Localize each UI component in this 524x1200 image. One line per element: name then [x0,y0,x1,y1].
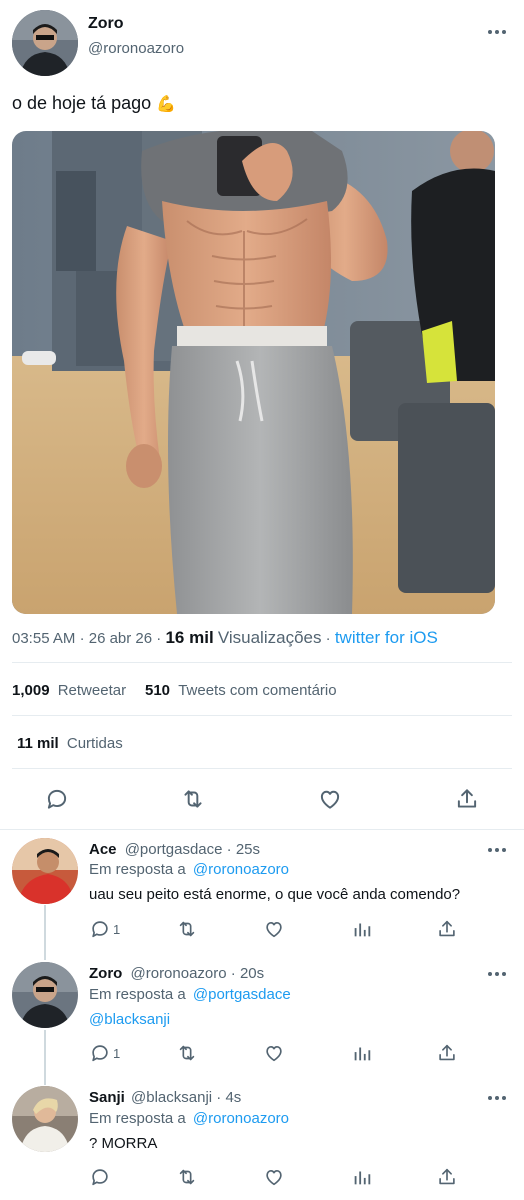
divider [12,715,512,716]
reply-to-handle[interactable]: @portgasdace [193,986,291,1003]
reply-header: Ace @portgasdace · 25s [89,841,260,858]
author-avatar[interactable] [12,10,78,76]
likes-count: 11 mil [17,735,59,752]
analytics-icon[interactable] [351,918,373,940]
reply-time[interactable]: · 20s [231,965,264,982]
retweets-label: Retweetar [57,682,127,699]
analytics-icon[interactable] [351,1042,373,1064]
tweet-photo[interactable] [12,131,495,614]
reply-to-label: Em resposta a [89,1110,186,1127]
share-icon[interactable] [436,1166,458,1188]
reply-context: Em resposta a @roronoazoro [89,861,289,878]
reply-context: Em resposta a @roronoazoro [89,1110,289,1127]
share-icon[interactable] [436,918,458,940]
flexed-biceps-emoji: 💪 [156,96,177,113]
reply-count: 1 [113,921,121,937]
reply-text: ? MORRA [89,1135,158,1152]
more-icon[interactable] [488,30,506,34]
like-icon[interactable] [263,1042,285,1064]
thread-line [44,905,46,960]
reply-handle[interactable]: @portgasdace [125,841,223,858]
divider [12,662,512,663]
like-icon[interactable] [263,918,285,940]
reply-icon[interactable]: 1 [89,918,120,940]
views-label: Visualizações [217,628,322,647]
more-icon[interactable] [488,1096,506,1100]
reply-avatar-sanji[interactable] [12,1086,78,1152]
quote-stats[interactable]: 510 Tweets com comentário [145,682,337,699]
section-divider [0,829,524,830]
reply-text[interactable]: @blacksanji [89,1011,170,1028]
reply-name[interactable]: Zoro [89,965,122,982]
divider [12,768,512,769]
quotes-count: 510 [145,682,171,699]
reply-to-handle[interactable]: @roronoazoro [193,1110,289,1127]
tweet-text-body: o de hoje tá pago [12,93,152,113]
retweet-icon[interactable] [175,1042,199,1064]
tweet-time[interactable]: 03:55 AM [12,630,75,647]
reply-action-bar: 1 [89,1042,509,1068]
retweet-icon[interactable] [175,1166,199,1188]
more-icon[interactable] [488,972,506,976]
reply-avatar-ace[interactable] [12,838,78,904]
author-handle[interactable]: @roronoazoro [88,40,184,57]
reply-action-bar [89,1166,509,1192]
reply-icon[interactable]: 1 [89,1042,120,1064]
retweet-icon[interactable] [175,918,199,940]
tweet-meta: 03:55 AM · 26 abr 26 · 16 mil Visualizaç… [12,628,438,647]
reply-context: Em resposta a @portgasdace [89,986,291,1003]
like-stats[interactable]: 11 mil Curtidas [17,735,123,752]
like-icon[interactable] [263,1166,285,1188]
reply-icon[interactable] [89,1166,113,1188]
retweets-count: 1,009 [12,682,50,699]
share-icon[interactable] [454,786,480,812]
retweet-stats[interactable]: 1,009 Retweetar [12,682,126,699]
reply-name[interactable]: Sanji [89,1089,125,1106]
reply-name[interactable]: Ace [89,841,117,858]
reply-handle[interactable]: @blacksanji [131,1089,212,1106]
reply-to-handle[interactable]: @roronoazoro [193,861,289,878]
reply-header: Sanji @blacksanji · 4s [89,1089,241,1106]
reply-time[interactable]: · 25s [227,841,260,858]
reply-text: uau seu peito está enorme, o que você an… [89,886,461,903]
quotes-label: Tweets com comentário [178,682,337,699]
like-icon[interactable] [317,786,343,812]
tweet-source[interactable]: twitter for iOS [335,628,438,647]
reply-avatar-zoro[interactable] [12,962,78,1028]
reply-handle[interactable]: @roronoazoro [131,965,227,982]
likes-label: Curtidas [66,735,123,752]
reply-count: 1 [113,1045,121,1061]
retweet-icon[interactable] [179,786,207,812]
analytics-icon[interactable] [351,1166,373,1188]
gym-selfie-image [12,131,495,614]
more-icon[interactable] [488,848,506,852]
reply-time[interactable]: · 4s [216,1089,241,1106]
thread-line [44,1030,46,1085]
author-name[interactable]: Zoro [88,15,124,33]
reply-icon[interactable] [44,786,70,812]
tweet-text: o de hoje tá pago 💪 [12,93,176,114]
reply-header: Zoro @roronoazoro · 20s [89,965,264,982]
tweet-date[interactable]: 26 abr 26 [89,630,152,647]
share-icon[interactable] [436,1042,458,1064]
reply-to-label: Em resposta a [89,986,186,1003]
reply-to-label: Em resposta a [89,861,186,878]
views-count: 16 mil [165,628,214,647]
reply-action-bar: 1 [89,918,509,944]
